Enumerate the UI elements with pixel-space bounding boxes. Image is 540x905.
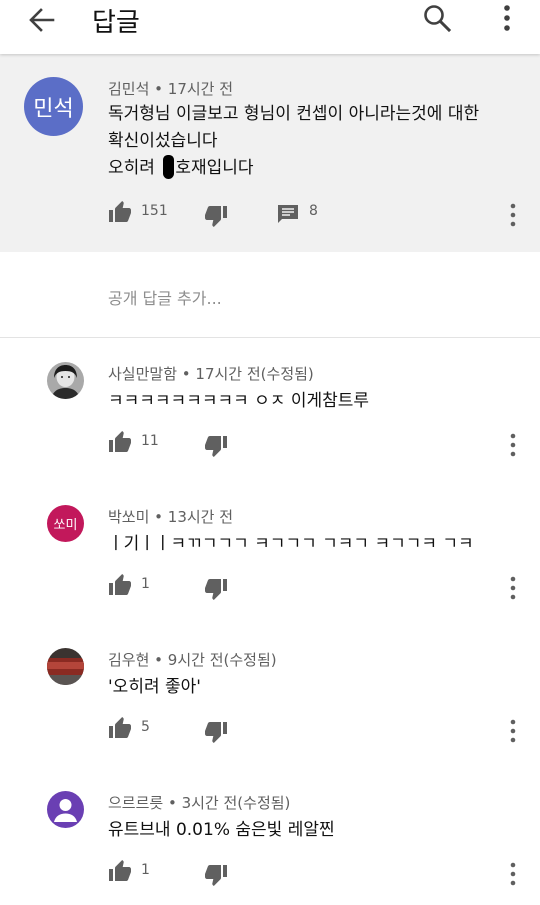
comment-text: 독거형님 이글보고 형님이 컨셉이 아니라는것에 대한 확신이섰습니다 오히려 … [108,101,518,182]
comment-line: 오히려 호재입니다 [108,155,518,182]
meta-separator: • [177,365,196,383]
reply-meta: 사실만말함 • 17시간 전(수정됨) [108,363,314,384]
author-name[interactable]: 사실만말함 [108,365,177,383]
like-icon[interactable] [108,430,132,454]
author-name[interactable]: 박쏘미 [108,508,149,526]
search-icon[interactable] [422,3,452,33]
timestamp: 3시간 전(수정됨) [181,794,291,812]
avatar[interactable] [47,362,84,399]
comment-meta: 김민석 • 17시간 전 [108,78,233,99]
reply-actions: 5 [0,716,540,746]
dislike-icon[interactable] [204,863,228,887]
comment-line-end: 호재입니다 [175,158,254,178]
avatar[interactable] [47,791,84,828]
red-object-photo-icon [47,648,84,685]
dislike-icon[interactable] [204,204,228,228]
timestamp: 13시간 전 [167,508,234,526]
meta-separator: • [149,651,168,669]
reply-text: '오히려 좋아' [108,677,201,697]
meta-separator: • [149,80,168,98]
like-count: 11 [141,433,159,449]
avatar[interactable]: 민석 [24,77,83,136]
reply-count: 8 [309,203,318,219]
reply-menu-icon[interactable] [507,575,519,601]
reply-actions: 1 [0,859,540,889]
reply-text: ㅣ기ㅣㅣㅋㄲㄱㄱㄱ ㅋㄱㄱㄱ ㄱㅋㄱ ㅋㄱㄱㅋ ㄱㅋ [108,534,474,554]
page-title: 답글 [92,8,140,38]
meta-separator: • [163,794,182,812]
author-name[interactable]: 김민석 [108,80,149,98]
original-comment: 민석 김민석 • 17시간 전 독거형님 이글보고 형님이 컨셉이 아니라는것에… [0,54,540,252]
comment-actions: 151 8 [0,200,540,230]
timestamp: 17시간 전(수정됨) [195,365,314,383]
more-options-icon[interactable] [496,3,518,33]
timestamp: 17시간 전 [167,80,234,98]
comment-line-start: 오히려 [108,158,161,178]
author-name[interactable]: 김우현 [108,651,149,669]
reply-input-placeholder[interactable]: 공개 답글 추가... [108,285,222,309]
comment-menu-icon[interactable] [507,202,519,228]
like-count: 1 [141,576,150,592]
portrait-photo-icon [47,362,84,399]
reply-text: 유트브내 0.01% 숨은빛 레알찐 [108,820,335,840]
like-count: 5 [141,719,150,735]
dislike-icon[interactable] [204,577,228,601]
reply-comment-icon[interactable] [276,202,300,226]
add-reply-field[interactable]: 공개 답글 추가... [0,252,540,338]
like-icon[interactable] [108,573,132,597]
ink-blot-mark [163,155,175,179]
like-icon[interactable] [108,200,132,224]
avatar[interactable] [47,648,84,685]
avatar[interactable]: 쏘미 [47,505,84,542]
comment-line: 독거형님 이글보고 형님이 컨셉이 아니라는것에 대한 [108,104,480,124]
reply-menu-icon[interactable] [507,718,519,744]
top-app-bar: 답글 [0,0,540,54]
dislike-icon[interactable] [204,434,228,458]
reply-menu-icon[interactable] [507,861,519,887]
comment-line: 확신이섰습니다 [108,131,218,151]
author-name[interactable]: 으르르릇 [108,794,163,812]
like-count: 1 [141,862,150,878]
back-arrow-icon[interactable] [26,4,58,36]
dislike-icon[interactable] [204,720,228,744]
meta-separator: • [149,508,168,526]
reply-actions: 11 [0,430,540,460]
like-icon[interactable] [108,716,132,740]
reply-menu-icon[interactable] [507,432,519,458]
default-person-icon [47,791,84,828]
reply-meta: 박쏘미 • 13시간 전 [108,506,233,527]
reply-meta: 으르르릇 • 3시간 전(수정됨) [108,792,290,813]
timestamp: 9시간 전(수정됨) [167,651,277,669]
reply-meta: 김우현 • 9시간 전(수정됨) [108,649,277,670]
like-count: 151 [141,203,168,219]
reply-actions: 1 [0,573,540,603]
reply-text: ㅋㅋㅋㅋㅋㅋㅋㅋㅋ ㅇㅈ 이게참트루 [108,391,370,411]
like-icon[interactable] [108,859,132,883]
